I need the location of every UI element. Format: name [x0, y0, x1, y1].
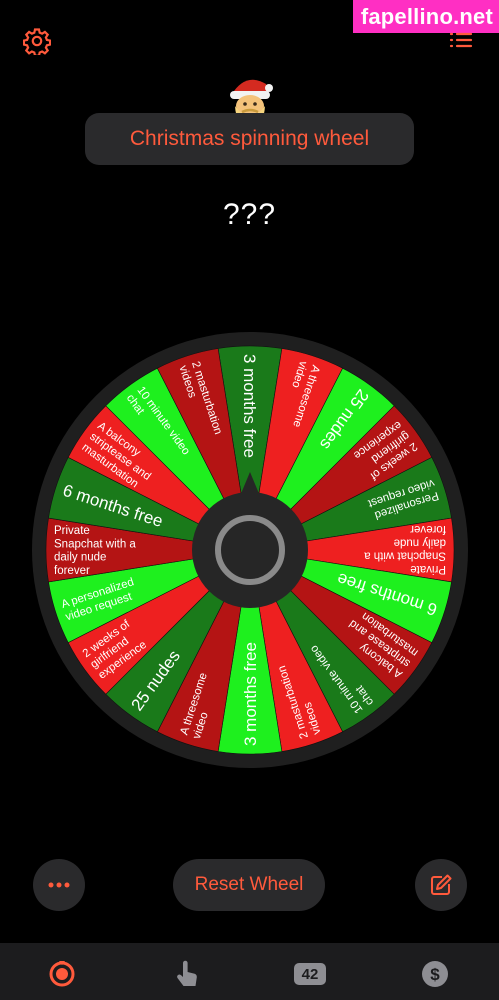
tab-bar: 42 $	[0, 943, 499, 1000]
tap-icon	[177, 960, 197, 986]
tab-tap[interactable]	[170, 957, 204, 991]
dollar-icon: $	[422, 961, 448, 987]
svg-text:3 months free: 3 months free	[240, 354, 259, 458]
spin-result: ???	[222, 198, 277, 231]
edit-button[interactable]	[415, 859, 467, 911]
tab-number[interactable]: 42	[293, 957, 327, 991]
reset-wheel-button[interactable]: Reset Wheel	[173, 859, 325, 911]
svg-text:$: $	[430, 965, 440, 984]
wheel-title[interactable]: Christmas spinning wheel	[85, 113, 414, 165]
list-button[interactable]	[449, 28, 473, 52]
more-button[interactable]	[33, 859, 85, 911]
list-icon	[449, 32, 473, 48]
gear-icon	[23, 28, 51, 55]
wheel-icon	[49, 961, 75, 987]
reset-wheel-label: Reset Wheel	[194, 874, 304, 895]
tab-wheel[interactable]	[45, 957, 79, 991]
edit-icon	[431, 874, 452, 895]
settings-button[interactable]	[22, 26, 52, 56]
spinning-wheel[interactable]: 3 months free A threesomevideo25 nudes2 w…	[17, 317, 483, 783]
watermark: fapellino.net	[352, 0, 499, 33]
tab-dollar[interactable]: $	[418, 957, 452, 991]
wheel-segment-label: 3 months free	[240, 354, 259, 458]
ellipsis-icon	[48, 882, 70, 888]
wheel-hub[interactable]	[192, 492, 308, 608]
svg-text:3 months free: 3 months free	[241, 642, 260, 746]
wheel-title-text: Christmas spinning wheel	[129, 127, 370, 150]
wheel-segment-label: 3 months free	[241, 642, 260, 746]
number-icon: 42	[294, 963, 326, 985]
